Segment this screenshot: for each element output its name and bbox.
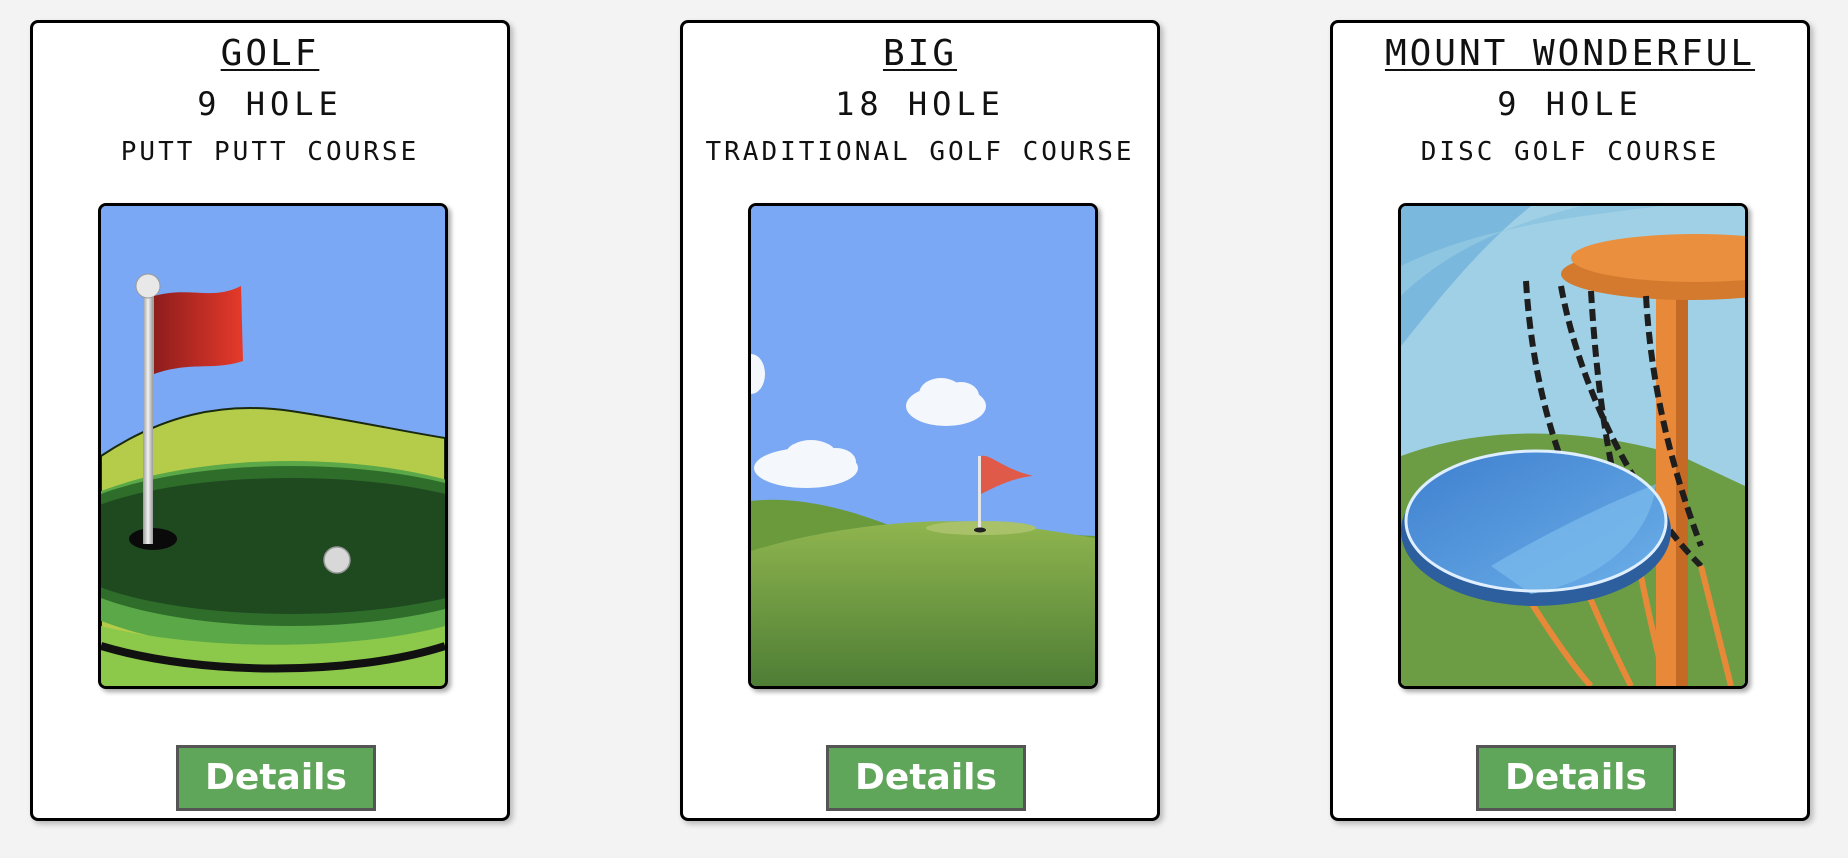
- details-button[interactable]: Details: [176, 745, 376, 811]
- course-title: BIG: [882, 33, 958, 74]
- putt-putt-flag-illustration: [98, 203, 448, 689]
- course-type: PUTT PUTT COURSE: [120, 137, 420, 167]
- golf-course-landscape-illustration: [748, 203, 1098, 689]
- course-type: DISC GOLF COURSE: [1420, 137, 1720, 167]
- course-card-golf: GOLF 9 HOLE PUTT PUTT COURSE Details: [30, 20, 510, 821]
- details-button[interactable]: Details: [1476, 745, 1676, 811]
- course-type: TRADITIONAL GOLF COURSE: [705, 137, 1135, 167]
- details-button[interactable]: Details: [826, 745, 1026, 811]
- course-card-big: BIG 18 HOLE TRADITIONAL GOLF COURSE Deta…: [680, 20, 1160, 821]
- course-holes: 9 HOLE: [1497, 85, 1643, 123]
- course-holes: 9 HOLE: [197, 85, 343, 123]
- course-card-mount-wonderful: MOUNT WONDERFUL 9 HOLE DISC GOLF COURSE: [1330, 20, 1810, 821]
- course-title: MOUNT WONDERFUL: [1384, 33, 1756, 74]
- course-holes: 18 HOLE: [835, 85, 1005, 123]
- disc-golf-basket-illustration: [1398, 203, 1748, 689]
- course-title: GOLF: [220, 33, 320, 74]
